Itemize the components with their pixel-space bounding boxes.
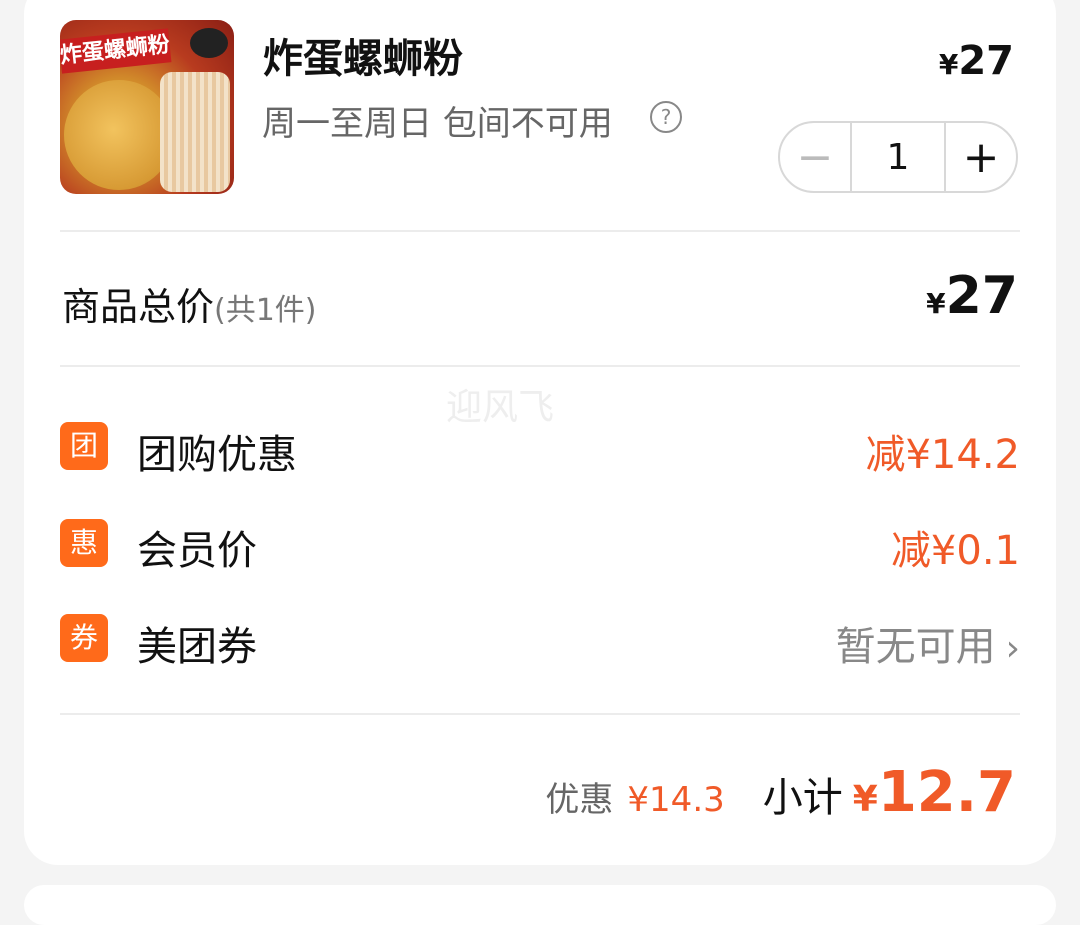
coupon-icon: 券 (60, 614, 108, 662)
coupon-status: 暂无可用 (835, 624, 996, 670)
product-image[interactable]: 炸蛋螺蛳粉 (60, 20, 234, 194)
subtotal-label: 小计 (762, 775, 843, 821)
product-title: 炸蛋螺蛳粉 (263, 36, 463, 82)
product-availability: 周一至周日 包间不可用 (262, 104, 613, 144)
total-price: ¥27 (926, 266, 1018, 326)
quantity-stepper: − 1 + (778, 121, 1018, 193)
question-circle-icon[interactable]: ? (650, 101, 682, 133)
divider (60, 365, 1020, 367)
coupon-selector[interactable]: 暂无可用 › (836, 614, 1020, 672)
savings-amount: ¥14.3 (627, 780, 725, 820)
product-price: ¥27 (939, 38, 1014, 84)
quantity-value[interactable]: 1 (850, 123, 946, 191)
total-price-currency: ¥ (926, 287, 946, 320)
decrease-quantity-button[interactable]: − (780, 123, 850, 191)
plus-icon: + (962, 131, 1000, 183)
group-buy-discount-label: 团购优惠 (137, 432, 297, 478)
group-buy-discount-value: 减¥14.2 (865, 432, 1020, 478)
chevron-right-icon: › (1005, 628, 1020, 669)
product-image-banner: 炸蛋螺蛳粉 (60, 28, 172, 74)
member-price-value: 减¥0.1 (890, 528, 1020, 574)
product-price-amount: 27 (958, 38, 1014, 84)
noodle-graphic (160, 72, 230, 192)
savings-label: 优惠 (545, 780, 614, 820)
divider (60, 713, 1020, 715)
divider (60, 230, 1020, 232)
product-image-tag (190, 28, 228, 58)
total-label: 商品总价(共1件) (62, 276, 317, 331)
coupon-label: 美团券 (137, 624, 257, 670)
total-item-count: (共1件) (214, 293, 317, 328)
group-buy-icon: 团 (60, 422, 108, 470)
next-card-edge (24, 885, 1056, 925)
total-price-amount: 27 (945, 266, 1018, 326)
minus-icon: − (796, 131, 834, 183)
total-label-text: 商品总价 (62, 285, 215, 329)
subtotal-amount: 12.7 (877, 760, 1016, 825)
order-footer: 优惠 ¥14.3 小计 ¥12.7 (545, 760, 1016, 825)
watermark: 迎风飞 (446, 387, 555, 428)
product-price-currency: ¥ (938, 48, 959, 81)
fried-egg-graphic (64, 80, 174, 190)
member-price-icon: 惠 (60, 519, 108, 567)
subtotal-currency: ¥ (852, 779, 878, 820)
increase-quantity-button[interactable]: + (946, 123, 1016, 191)
member-price-label: 会员价 (137, 528, 257, 574)
